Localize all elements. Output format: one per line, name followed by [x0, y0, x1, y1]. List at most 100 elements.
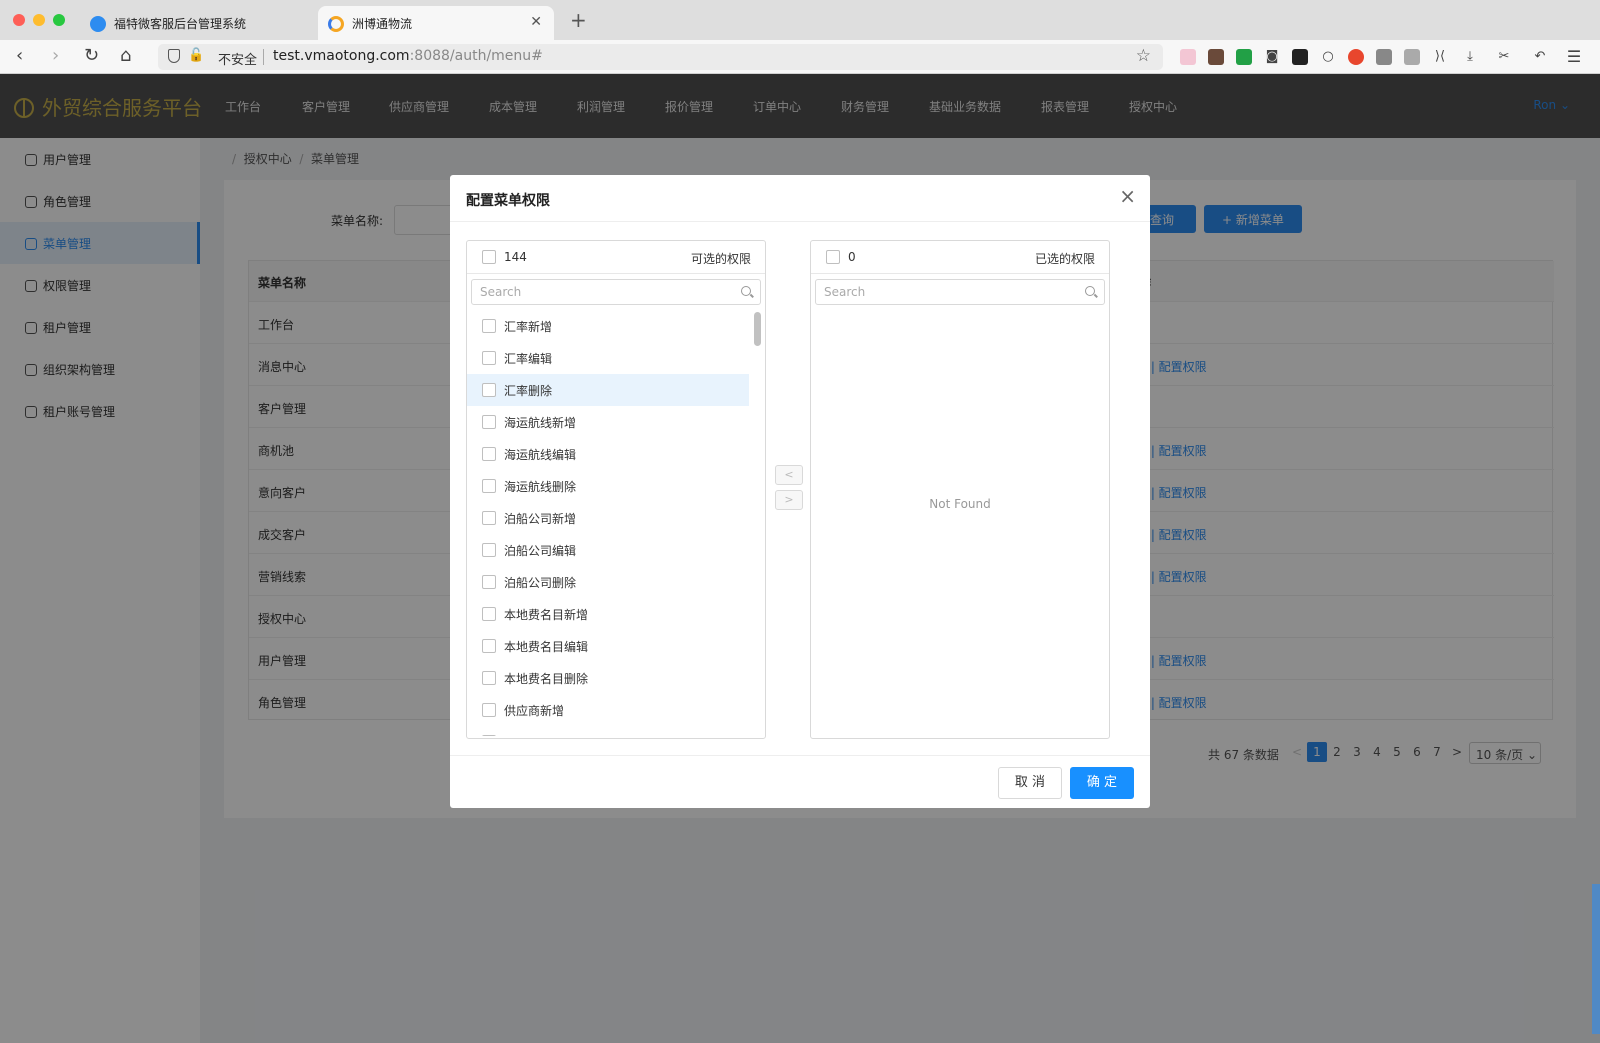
- close-window-button[interactable]: [13, 14, 25, 26]
- item-checkbox[interactable]: [482, 735, 496, 736]
- select-all-checkbox[interactable]: [482, 250, 496, 264]
- item-checkbox[interactable]: [482, 575, 496, 589]
- item-checkbox[interactable]: [482, 351, 496, 365]
- item-label: 海运航线删除: [504, 480, 577, 494]
- extension-icon[interactable]: [1376, 49, 1392, 65]
- item-checkbox[interactable]: [482, 671, 496, 685]
- extension-icon[interactable]: ⟩⟨: [1432, 49, 1448, 65]
- insecure-label: 不安全: [218, 53, 258, 68]
- list-item[interactable]: 供应商新增: [467, 694, 749, 726]
- insecure-lock-icon: 🔓: [188, 48, 205, 63]
- forward-icon[interactable]: ›: [52, 46, 59, 66]
- bookmark-star-icon[interactable]: ☆: [1136, 46, 1151, 66]
- permission-items: 汇率新增 汇率编辑 汇率删除 海运航线新增 海运航线编辑 海运航线删除 泊船公司新增 泊船公司…: [467, 310, 749, 736]
- item-label: 泊船公司新增: [504, 512, 577, 526]
- item-checkbox[interactable]: [482, 447, 496, 461]
- browser-tab-1[interactable]: 福特微客服后台管理系统: [80, 6, 316, 40]
- list-item[interactable]: 泊船公司编辑: [467, 534, 749, 566]
- back-icon[interactable]: ‹: [16, 46, 23, 66]
- maximize-window-button[interactable]: [53, 14, 65, 26]
- item-checkbox[interactable]: [482, 415, 496, 429]
- list-item[interactable]: 泊船公司新增: [467, 502, 749, 534]
- item-checkbox[interactable]: [482, 319, 496, 333]
- confirm-button[interactable]: 确 定: [1070, 767, 1134, 799]
- tab-title: 洲博通物流: [352, 17, 413, 31]
- new-tab-icon[interactable]: +: [570, 10, 587, 30]
- item-label: 本地费名目编辑: [504, 640, 589, 654]
- item-count: 0: [848, 250, 856, 264]
- search-input[interactable]: Search: [471, 279, 761, 305]
- scissors-icon[interactable]: ✂: [1496, 49, 1512, 65]
- item-label: 汇率新增: [504, 320, 553, 334]
- search-icon: [741, 286, 751, 296]
- undo-icon[interactable]: ↶: [1532, 49, 1548, 65]
- item-label: 本地费名目删除: [504, 672, 589, 686]
- tag-extension-icon[interactable]: [1236, 49, 1252, 65]
- scrollbar-thumb[interactable]: [754, 312, 761, 346]
- item-label: 汇率删除: [504, 384, 553, 398]
- close-icon[interactable]: ×: [1119, 186, 1136, 206]
- browser-tab-2[interactable]: 洲博通物流 ✕: [318, 6, 554, 40]
- list-item[interactable]: 供应商编辑: [467, 726, 749, 736]
- list-item[interactable]: 汇率编辑: [467, 342, 749, 374]
- item-checkbox[interactable]: [482, 383, 496, 397]
- divider: [263, 49, 264, 65]
- item-label: 供应商编辑: [504, 734, 564, 736]
- dialog-footer: 取 消 确 定: [450, 755, 1150, 808]
- empty-state: Not Found: [929, 497, 991, 511]
- menu-icon[interactable]: ☰: [1566, 49, 1582, 65]
- download-icon[interactable]: ⤓: [1462, 49, 1478, 65]
- close-tab-icon[interactable]: ✕: [530, 14, 542, 30]
- list-item[interactable]: 汇率删除: [467, 374, 749, 406]
- extension-icon[interactable]: [1180, 49, 1196, 65]
- page-scrollbar[interactable]: [1592, 884, 1600, 1034]
- item-label: 海运航线编辑: [504, 448, 577, 462]
- list-item[interactable]: 本地费名目编辑: [467, 630, 749, 662]
- item-count: 144: [504, 250, 527, 264]
- item-label: 本地费名目新增: [504, 608, 589, 622]
- reload-icon[interactable]: ↻: [84, 46, 99, 66]
- url-text[interactable]: test.vmaotong.com:8088/auth/menu#: [273, 48, 543, 64]
- available-permissions-list: 144 可选的权限 Search 汇率新增汇率编辑汇率删除海运航线新增海运航线编…: [466, 240, 766, 739]
- list-item[interactable]: 本地费名目删除: [467, 662, 749, 694]
- config-permissions-dialog: 配置菜单权限 × 144 可选的权限 Search 汇率新增汇率编辑汇率删除海运…: [450, 175, 1150, 808]
- list-item[interactable]: 海运航线删除: [467, 470, 749, 502]
- list-item[interactable]: 泊船公司删除: [467, 566, 749, 598]
- list-item[interactable]: 海运航线编辑: [467, 438, 749, 470]
- item-label: 供应商新增: [504, 704, 565, 718]
- extension-icon[interactable]: ○: [1320, 49, 1336, 65]
- list-item[interactable]: 汇率新增: [467, 310, 749, 342]
- item-checkbox[interactable]: [482, 639, 496, 653]
- extension-icon[interactable]: [1292, 49, 1308, 65]
- camera-icon[interactable]: ◙: [1264, 49, 1280, 65]
- item-checkbox[interactable]: [482, 479, 496, 493]
- site-favicon-icon: [328, 16, 344, 32]
- extension-icon[interactable]: [1348, 49, 1364, 65]
- browser-titlebar: 福特微客服后台管理系统 洲博通物流 ✕ +: [0, 0, 1600, 40]
- site-favicon-icon: [90, 16, 106, 32]
- item-label: 汇率编辑: [504, 352, 553, 366]
- list-item[interactable]: 海运航线新增: [467, 406, 749, 438]
- address-bar[interactable]: 🔓 不安全 test.vmaotong.com:8088/auth/menu# …: [158, 44, 1163, 70]
- item-checkbox[interactable]: [482, 703, 496, 717]
- search-icon: [1085, 286, 1095, 296]
- move-left-button[interactable]: <: [775, 465, 803, 485]
- select-all-checkbox[interactable]: [826, 250, 840, 264]
- home-icon[interactable]: ⌂: [120, 46, 131, 66]
- move-right-button[interactable]: >: [775, 490, 803, 510]
- item-checkbox[interactable]: [482, 607, 496, 621]
- dialog-header: 配置菜单权限 ×: [450, 175, 1150, 222]
- cancel-button[interactable]: 取 消: [998, 767, 1062, 799]
- search-placeholder: Search: [824, 285, 866, 299]
- selected-permissions-list: 0 已选的权限 Search Not Found: [810, 240, 1110, 739]
- list-title: 可选的权限: [690, 252, 751, 266]
- extension-icon[interactable]: [1404, 49, 1420, 65]
- list-item[interactable]: 本地费名目新增: [467, 598, 749, 630]
- list-scrollbar[interactable]: [754, 310, 761, 736]
- minimize-window-button[interactable]: [33, 14, 45, 26]
- item-label: 泊船公司编辑: [504, 544, 577, 558]
- item-checkbox[interactable]: [482, 543, 496, 557]
- search-input[interactable]: Search: [815, 279, 1105, 305]
- item-checkbox[interactable]: [482, 511, 496, 525]
- extension-icon[interactable]: [1208, 49, 1224, 65]
